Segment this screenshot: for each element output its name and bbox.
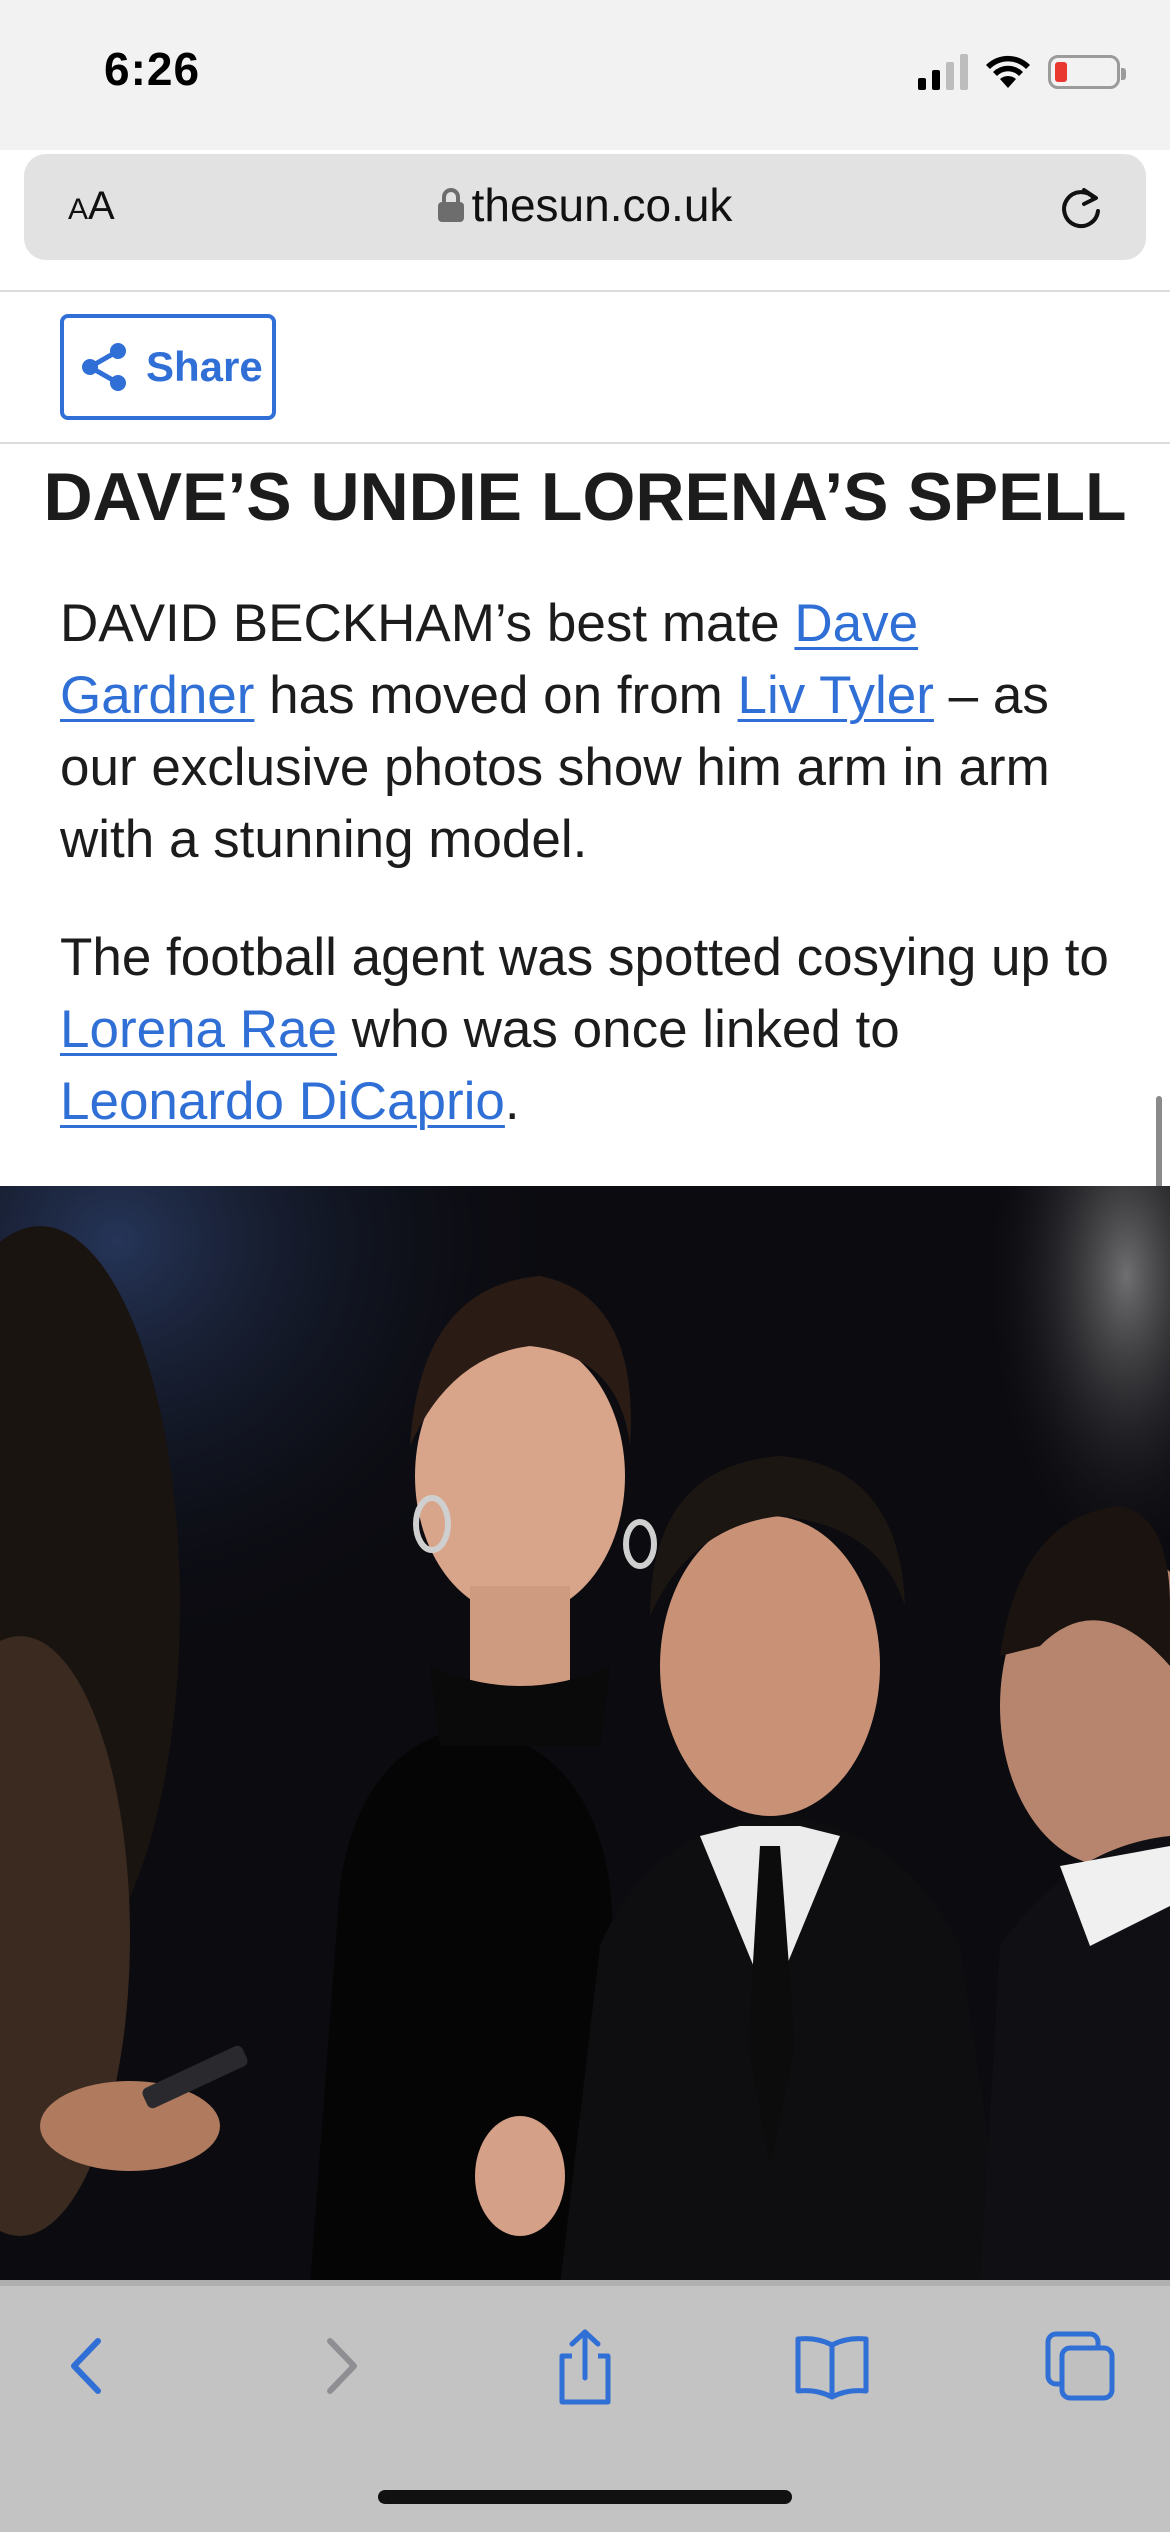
forward-button[interactable] xyxy=(300,2326,380,2406)
article-headline: DAVE’S UNDIE LORENA’S SPELL xyxy=(43,459,1127,535)
article-photo[interactable] xyxy=(0,1186,1170,2286)
divider xyxy=(0,442,1170,444)
back-button[interactable] xyxy=(48,2326,128,2406)
wifi-icon xyxy=(986,55,1030,88)
url-field[interactable]: thesun.co.uk xyxy=(24,178,1146,232)
bookmarks-button[interactable] xyxy=(792,2326,872,2406)
cellular-signal-icon xyxy=(918,54,968,90)
article-paragraph: DAVID BECKHAM’s best mate Dave Gardner h… xyxy=(60,594,1050,869)
status-bar: 6:26 xyxy=(0,0,1170,150)
forward-icon xyxy=(327,2338,357,2394)
tabs-icon xyxy=(1045,2331,1115,2401)
url-text: thesun.co.uk xyxy=(471,179,733,231)
share-page-button[interactable] xyxy=(545,2326,625,2406)
battery-icon xyxy=(1048,55,1126,89)
address-bar[interactable]: AA thesun.co.uk xyxy=(24,154,1146,260)
share-icon xyxy=(82,343,126,391)
home-indicator[interactable] xyxy=(378,2490,792,2504)
link-liv-tyler[interactable]: Liv Tyler xyxy=(738,666,934,725)
divider xyxy=(0,290,1170,292)
lock-icon xyxy=(437,188,464,222)
status-time: 6:26 xyxy=(104,43,201,95)
status-icons xyxy=(918,52,1126,92)
reload-icon[interactable] xyxy=(1056,184,1106,234)
battery-level xyxy=(1055,62,1067,82)
share-label: Share xyxy=(146,343,263,390)
bookmarks-icon xyxy=(795,2336,869,2400)
tabs-button[interactable] xyxy=(1040,2326,1120,2406)
photo-illustration xyxy=(0,1186,1170,2286)
share-button[interactable]: Share xyxy=(60,314,276,420)
back-icon xyxy=(71,2338,101,2394)
share-icon xyxy=(559,2329,611,2405)
screen: 6:26 AA thesun.co.uk Share DAVE’S UNDIE … xyxy=(0,0,1170,2532)
link-lorena-rae[interactable]: Lorena Rae xyxy=(60,1000,337,1059)
scrollbar[interactable] xyxy=(1156,1096,1162,1188)
article-paragraph: The football agent was spotted cosying u… xyxy=(60,928,1109,1131)
link-leonardo-dicaprio[interactable]: Leonardo DiCaprio xyxy=(60,1072,505,1131)
